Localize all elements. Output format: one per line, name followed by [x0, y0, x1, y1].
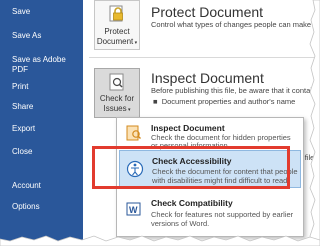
bullet-icon: ■: [153, 97, 162, 106]
menu-item-inspect-document[interactable]: Inspect Document Check the document for …: [119, 120, 301, 150]
check-button-line1: Check for: [99, 94, 135, 103]
menu-item-desc: versions of Word.: [151, 219, 210, 228]
menu-item-check-accessibility[interactable]: Check Accessibility Check the document f…: [119, 150, 301, 188]
inspect-document-desc: Before publishing this file, be aware th…: [151, 86, 320, 95]
chevron-down-icon: ▾: [126, 107, 131, 113]
nav-export[interactable]: Export: [12, 124, 35, 134]
inspect-document-icon: [126, 125, 141, 141]
nav-account[interactable]: Account: [12, 181, 41, 191]
inspect-bullet-item: ■ Document properties and author's name: [153, 97, 295, 106]
backstage-window: Save Save As Save as Adobe PDF Print Sha…: [0, 0, 320, 246]
protect-document-title: Protect Document: [151, 4, 264, 20]
menu-item-desc: or personal information.: [151, 141, 230, 150]
inspect-document-title: Inspect Document: [151, 70, 264, 86]
nav-save[interactable]: Save: [12, 7, 30, 17]
protect-document-button[interactable]: Protect Document ▾: [94, 0, 140, 50]
torn-edge-right: [309, 0, 320, 246]
check-issues-icon: [109, 73, 124, 91]
torn-edge-bottom: [0, 235, 320, 246]
check-for-issues-button[interactable]: Check for Issues ▾: [94, 68, 140, 118]
section-divider: [89, 57, 319, 58]
menu-item-title: Check Compatibility: [151, 198, 233, 208]
menu-item-desc: Check for features not supported by earl…: [151, 210, 294, 219]
menu-item-title: Inspect Document: [151, 123, 225, 133]
inspect-bullet-text: Document properties and author's name: [161, 97, 296, 106]
menu-item-check-compatibility[interactable]: W Check Compatibility Check for features…: [119, 198, 301, 232]
menu-item-desc: with disabilities might find difficult t…: [152, 176, 290, 185]
nav-close[interactable]: Close: [12, 147, 32, 157]
accessibility-icon: [126, 160, 144, 178]
backstage-sidebar: Save Save As Save as Adobe PDF Print Sha…: [0, 0, 83, 246]
protect-document-desc: Control what types of changes people can…: [151, 20, 320, 29]
menu-item-title: Check Accessibility: [152, 156, 232, 166]
nav-save-as-adobe-pdf[interactable]: Save as Adobe PDF: [12, 55, 74, 75]
lock-document-icon: [109, 5, 123, 22]
compatibility-icon: W: [126, 202, 141, 216]
menu-item-desc: Check the document for content that peop…: [152, 167, 298, 176]
nav-print[interactable]: Print: [12, 82, 28, 92]
svg-text:W: W: [129, 205, 138, 215]
protect-button-line1: Protect: [104, 27, 130, 36]
nav-share[interactable]: Share: [12, 102, 33, 112]
check-button-line2: Issues: [103, 104, 127, 113]
chevron-down-icon: ▾: [133, 40, 138, 46]
nav-options[interactable]: Options: [12, 202, 40, 212]
protect-button-line2: Document: [96, 37, 134, 46]
check-for-issues-menu: Inspect Document Check the document for …: [116, 117, 304, 237]
nav-save-as[interactable]: Save As: [12, 31, 41, 41]
